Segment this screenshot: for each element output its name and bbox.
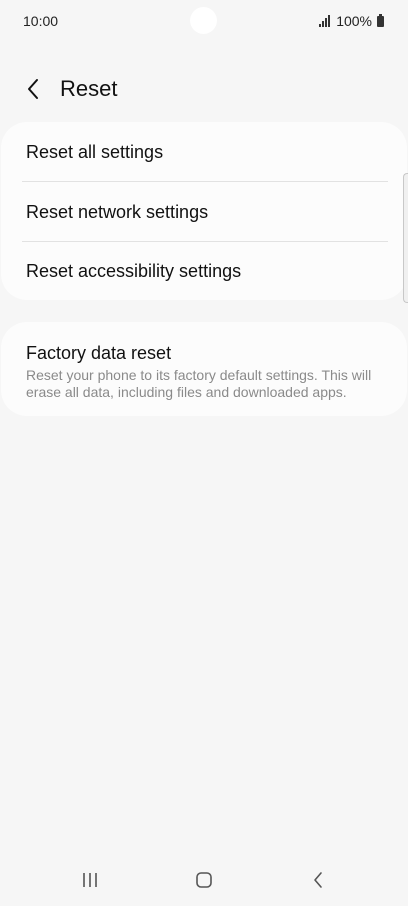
back-arrow-icon (28, 79, 38, 99)
home-icon (196, 872, 212, 888)
status-time: 10:00 (23, 13, 59, 29)
signal-icon (319, 15, 331, 27)
reset-accessibility-settings-item[interactable]: Reset accessibility settings (1, 242, 407, 301)
camera-cutout (190, 7, 217, 34)
reset-all-settings-label: Reset all settings (26, 142, 164, 162)
back-button[interactable] (16, 72, 50, 106)
recent-apps-button[interactable] (70, 868, 110, 892)
home-button[interactable] (184, 868, 224, 892)
reset-options-card: Reset all settings Reset network setting… (1, 122, 407, 300)
recent-apps-icon (83, 873, 97, 887)
battery-icon (377, 13, 384, 27)
page-title: Reset (60, 76, 118, 101)
battery-percentage: 100% (336, 13, 372, 29)
reset-all-settings-item[interactable]: Reset all settings (1, 122, 407, 181)
factory-data-reset-item[interactable]: Factory data reset Reset your phone to i… (1, 322, 407, 416)
reset-accessibility-settings-label: Reset accessibility settings (26, 261, 242, 281)
factory-data-reset-description: Reset your phone to its factory default … (26, 367, 372, 400)
reset-network-settings-label: Reset network settings (26, 202, 209, 222)
navigation-bar (0, 860, 408, 906)
reset-network-settings-item[interactable]: Reset network settings (1, 182, 407, 241)
back-icon (314, 872, 322, 888)
app-header: Reset (0, 62, 408, 116)
scroll-indicator[interactable] (403, 173, 408, 303)
factory-data-reset-title: Factory data reset (26, 343, 172, 363)
nav-back-button[interactable] (298, 868, 338, 892)
status-indicators: 100% (319, 13, 384, 29)
status-bar: 10:00 100% (0, 0, 408, 44)
